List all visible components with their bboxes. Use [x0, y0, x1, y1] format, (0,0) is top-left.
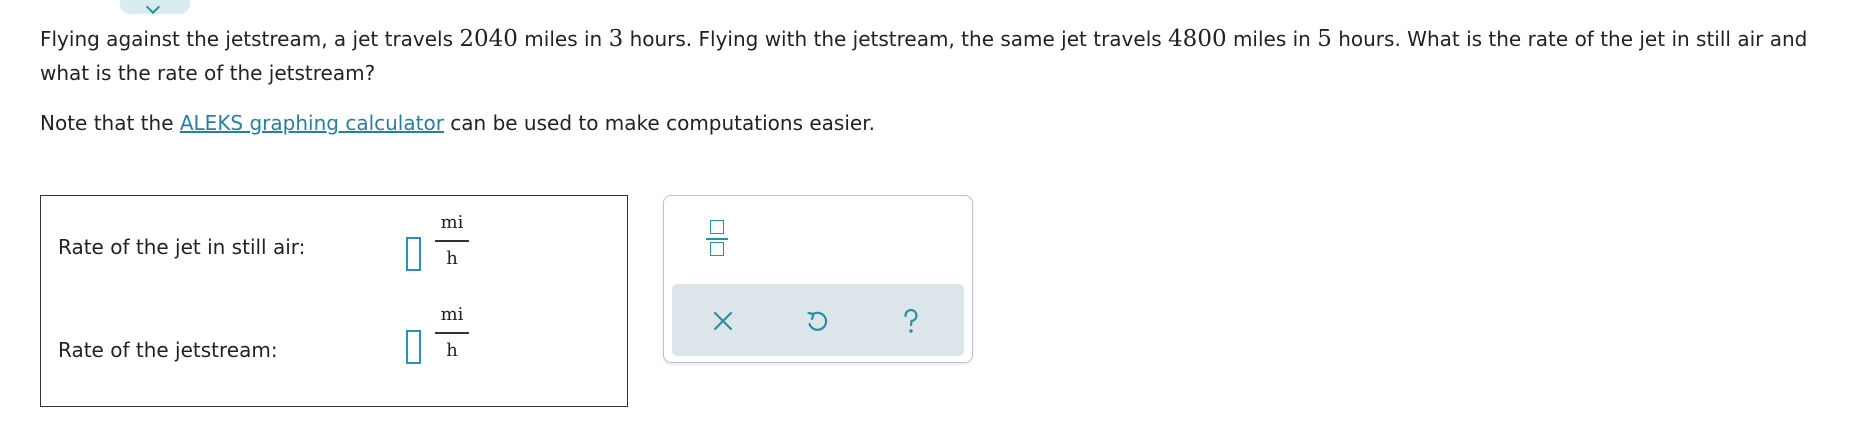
graphing-calculator-link[interactable]: ALEKS graphing calculator	[180, 111, 444, 135]
unit-fraction: mi h	[433, 211, 471, 271]
problem-part: miles in	[1226, 27, 1318, 51]
problem-number: 3	[608, 26, 624, 52]
unit-numerator: mi	[440, 304, 464, 325]
unit-denominator: h	[446, 339, 458, 361]
answer-row-jetstream: Rate of the jetstream: mi h	[41, 304, 627, 402]
calculator-note: Note that the ALEKS graphing calculator …	[40, 108, 875, 138]
fraction-bar	[435, 240, 469, 242]
jetstream-label: Rate of the jetstream:	[58, 338, 278, 362]
fraction-denominator-box	[710, 242, 724, 256]
close-icon[interactable]	[706, 304, 740, 338]
fraction-bar	[435, 332, 469, 334]
note-text: can be used to make computations easier.	[443, 111, 875, 135]
fraction-line	[706, 238, 728, 240]
problem-number: 4800	[1168, 26, 1227, 52]
answer-row-still-air: Rate of the jet in still air: mi h	[41, 208, 627, 298]
answer-box: Rate of the jet in still air: mi h Rate …	[40, 195, 628, 407]
problem-part: hours. Flying with the jetstream, the sa…	[623, 27, 1169, 51]
question-page: Flying against the jetstream, a jet trav…	[0, 0, 1855, 436]
problem-part: miles in	[517, 27, 609, 51]
question-icon[interactable]	[894, 304, 928, 338]
unit-fraction: mi h	[433, 303, 471, 363]
problem-number: 5	[1317, 26, 1332, 52]
action-bar	[672, 284, 964, 356]
note-text: Note that the	[40, 111, 180, 135]
problem-number: 2040	[459, 26, 518, 52]
still-air-label: Rate of the jet in still air:	[58, 235, 306, 259]
fraction-icon[interactable]	[704, 216, 732, 264]
undo-icon[interactable]	[800, 304, 834, 338]
problem-text: Flying against the jetstream, a jet trav…	[40, 22, 1840, 90]
jetstream-rate-input[interactable]	[406, 330, 421, 364]
math-toolbox	[663, 195, 973, 363]
unit-denominator: h	[446, 247, 458, 269]
fraction-numerator-box	[710, 220, 724, 234]
still-air-rate-input[interactable]	[406, 237, 421, 271]
problem-part: Flying against the jetstream, a jet trav…	[40, 27, 460, 51]
unit-numerator: mi	[440, 212, 464, 233]
